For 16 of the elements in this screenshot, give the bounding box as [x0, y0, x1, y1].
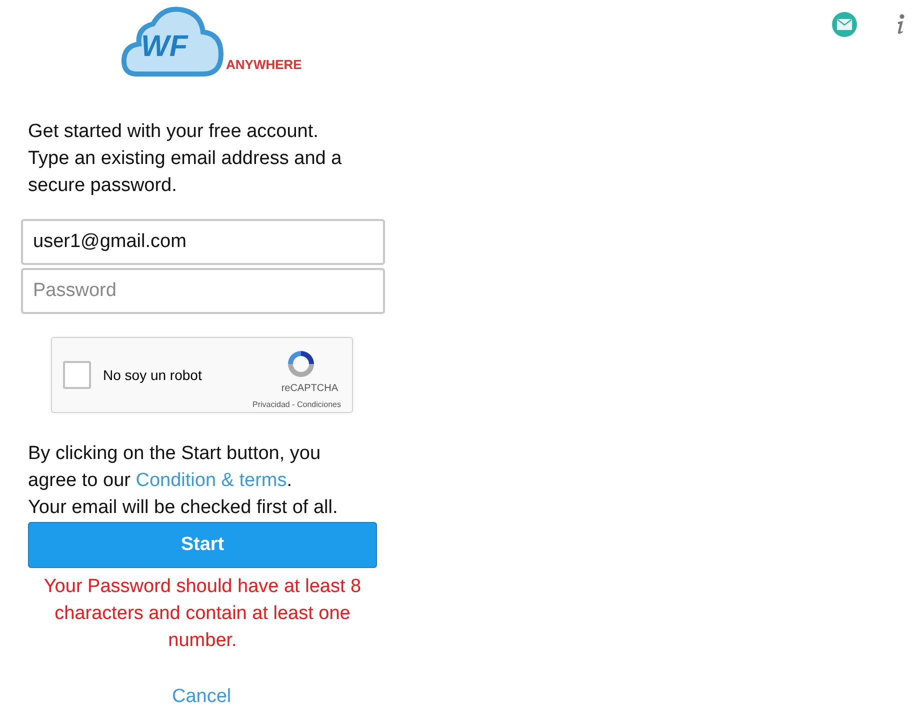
start-button[interactable]: Start [28, 522, 377, 568]
cancel-link[interactable]: Cancel [172, 683, 232, 710]
brand-wordmark: ANYWHERE [226, 56, 302, 74]
email-field[interactable]: user1@gmail.com [21, 219, 385, 265]
terms-link[interactable]: Condition & terms [136, 470, 287, 491]
intro-text: Get started with your free account. Type an existing email address and a secure password. [28, 120, 343, 198]
password-field[interactable]: Password [21, 268, 385, 314]
error-message: Your Password should have at least 8 characters and contain at least one number. [42, 575, 362, 653]
agreement-text: By clicking on the Start button, you agree to our Condition & terms. Your email will be checked first of all. [28, 442, 339, 520]
info-icon[interactable] [895, 14, 907, 35]
captcha-links[interactable]: Privacidad - Condiciones [252, 398, 341, 410]
captcha-label: No soy un robot [103, 366, 202, 385]
mail-icon[interactable] [832, 12, 857, 37]
captcha-checkbox[interactable] [63, 361, 91, 389]
cloud-logo: WF [121, 4, 225, 78]
recaptcha-brand: reCAPTCHA [281, 382, 338, 396]
